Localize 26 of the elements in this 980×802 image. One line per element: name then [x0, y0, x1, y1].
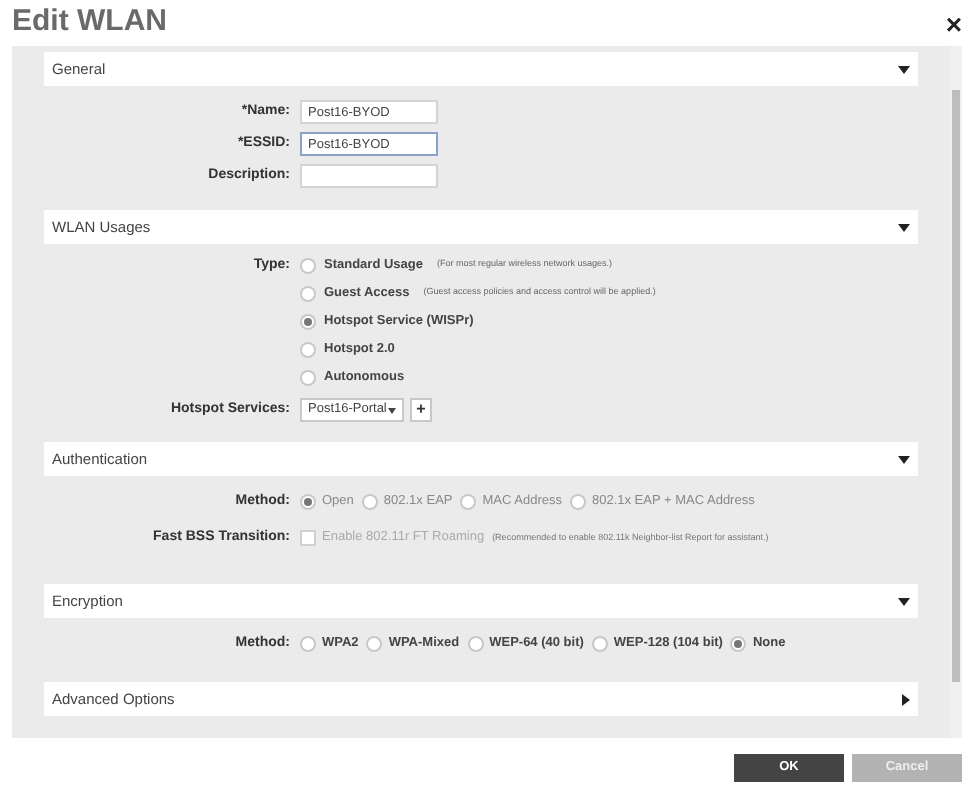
caret-icon — [388, 407, 396, 413]
radio-button[interactable] — [300, 257, 316, 273]
radio-button[interactable] — [300, 313, 316, 329]
radio-button[interactable] — [730, 636, 747, 652]
radio-button[interactable] — [591, 636, 608, 652]
radio-button[interactable] — [300, 369, 316, 385]
text-input[interactable] — [300, 164, 438, 188]
dialog-title: Edit WLAN — [12, 2, 167, 43]
radio-button[interactable] — [460, 494, 477, 510]
scrollbar[interactable] — [950, 46, 962, 738]
radio-button[interactable] — [300, 636, 316, 652]
checkbox[interactable] — [300, 530, 316, 546]
caret-down-icon — [898, 455, 910, 463]
add-button[interactable]: + — [410, 398, 432, 422]
close-button[interactable]: × — [945, 9, 962, 37]
radio-button[interactable] — [467, 636, 484, 652]
caret-down-icon — [898, 223, 910, 231]
radio-button[interactable] — [569, 494, 586, 510]
caret-down-icon — [898, 597, 910, 605]
radio-button[interactable] — [300, 285, 316, 301]
radio-button[interactable] — [300, 494, 316, 510]
radio-button[interactable] — [300, 341, 316, 357]
caret-down-icon — [898, 65, 910, 73]
radio-button[interactable] — [366, 636, 383, 652]
radio-button[interactable] — [361, 494, 378, 510]
caret-right-icon — [902, 693, 910, 705]
